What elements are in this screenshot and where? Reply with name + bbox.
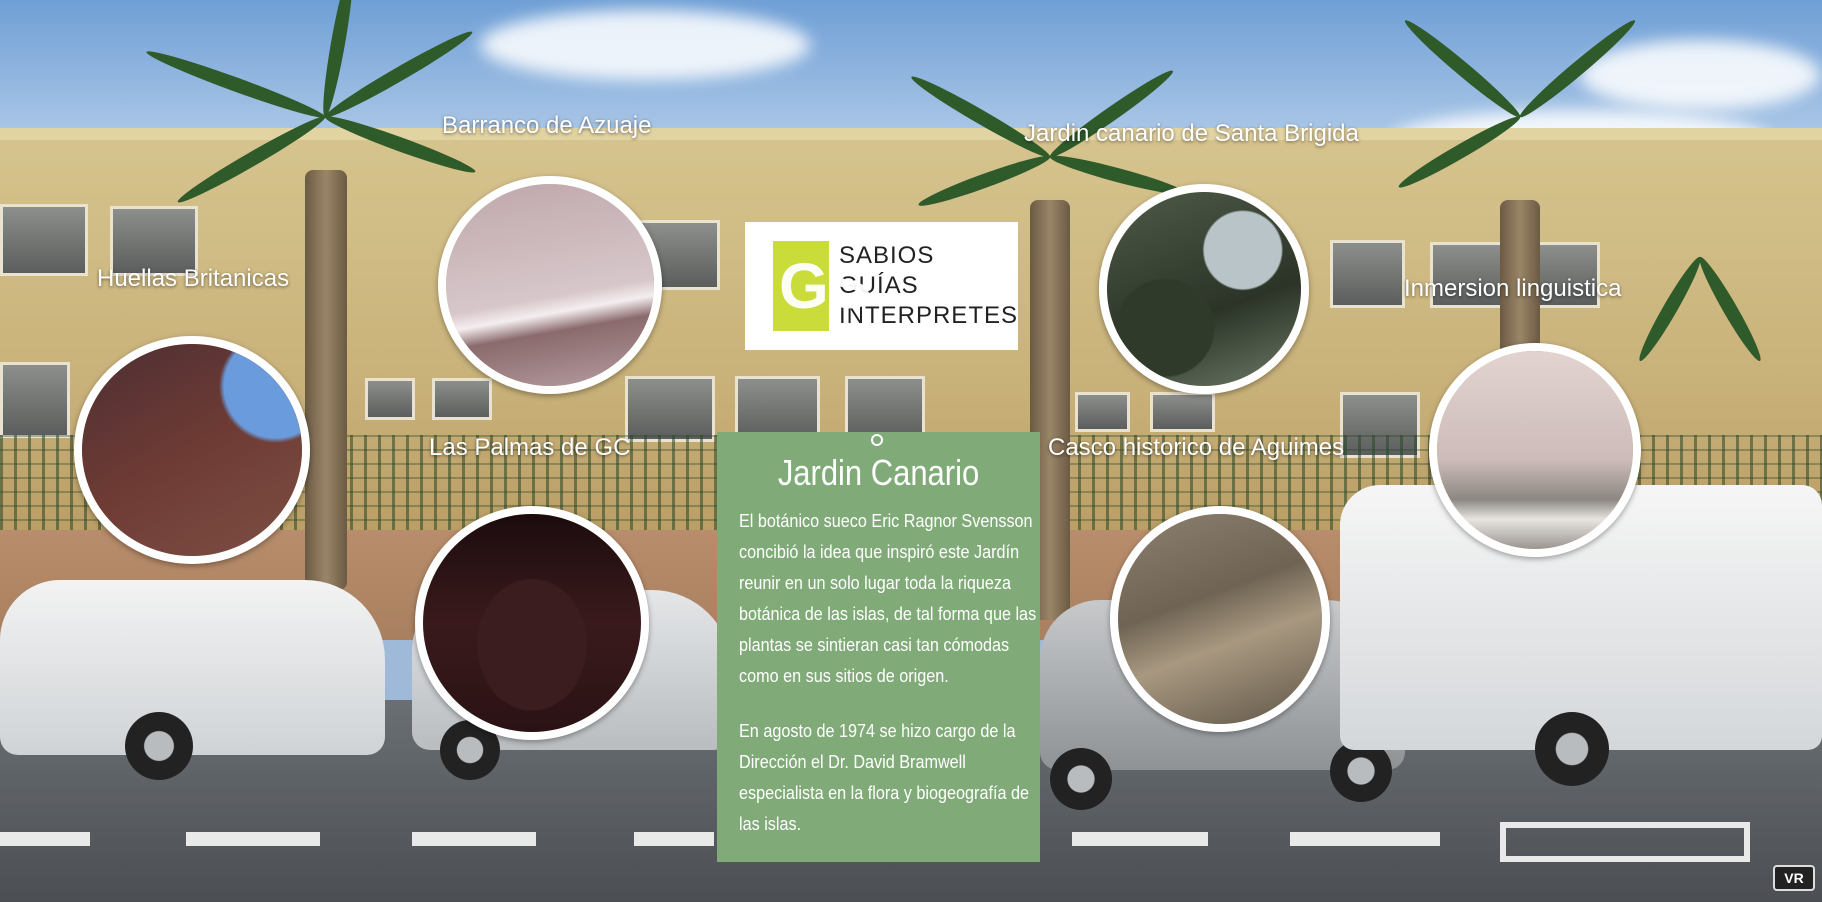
road-marking [634,832,714,846]
hotspot-label-huellas-britanicas[interactable]: Huellas Britanicas [97,265,289,293]
road-marking [1500,822,1750,862]
info-panel-title: Jardin Canario [777,452,980,493]
panel-anchor-dot [871,434,883,446]
hotspot-thumbnail [82,344,302,556]
info-panel-paragraph: El botánico sueco Eric Ragnor Svensson c… [739,511,1037,686]
hotspot-casco-historico-de-aguimes[interactable] [1110,506,1330,732]
window [1075,392,1130,432]
road-marking [1072,832,1208,846]
hotspot-label-las-palmas-de-gc[interactable]: Las Palmas de GC [429,434,630,462]
logo-mark-text: GS [779,250,872,322]
hotspot-label-inmersion-linguistica[interactable]: Inmersion linguistica [1404,275,1621,303]
car-wheel [1050,748,1112,810]
car-wheel [125,712,193,780]
cloud [480,10,810,80]
window [0,204,88,276]
road-marking [1290,832,1440,846]
window [432,378,492,420]
hotspot-thumbnail [1107,192,1301,386]
window [625,376,715,442]
hotspot-thumbnail [1437,351,1633,549]
sabios-guias-interpretes-logo: GS SABIOS GUÍAS INTERPRETES [745,222,1018,350]
car [0,580,385,755]
window [1150,392,1215,432]
info-panel: Jardin Canario El botánico sueco Eric Ra… [717,432,1040,862]
hotspot-thumbnail [1118,514,1322,724]
road-marking [0,832,90,846]
hotspot-huellas-britanicas[interactable] [74,336,310,564]
window [365,378,415,420]
hotspot-thumbnail [423,514,641,732]
hotspot-label-casco-historico-de-aguimes[interactable]: Casco historico de Aguimes [1048,434,1344,462]
info-panel-paragraph: En agosto de 1974 se hizo cargo de la Di… [739,721,1029,834]
hotspot-thumbnail [446,184,654,386]
window [1330,240,1405,308]
vr-mode-button[interactable]: VR [1773,865,1815,891]
hotspot-jardin-canario-santa-brigida[interactable] [1099,184,1309,394]
hotspot-barranco-de-azuaje[interactable] [438,176,662,394]
hotspot-inmersion-linguistica[interactable] [1429,343,1641,557]
road-marking [412,832,536,846]
car-wheel [1535,712,1609,786]
info-panel-body: El botánico sueco Eric Ragnor Svensson c… [739,506,1039,864]
logo-mark: GS [773,241,871,331]
road-marking [186,832,320,846]
hotspot-label-jardin-canario-santa-brigida[interactable]: Jardin canario de Santa Brigida [1024,120,1359,148]
hotspot-label-barranco-de-azuaje[interactable]: Barranco de Azuaje [442,112,651,140]
hotspot-las-palmas-de-gc[interactable] [415,506,649,740]
window [0,362,70,438]
palm-tree [305,170,347,590]
cloud [1580,40,1820,110]
